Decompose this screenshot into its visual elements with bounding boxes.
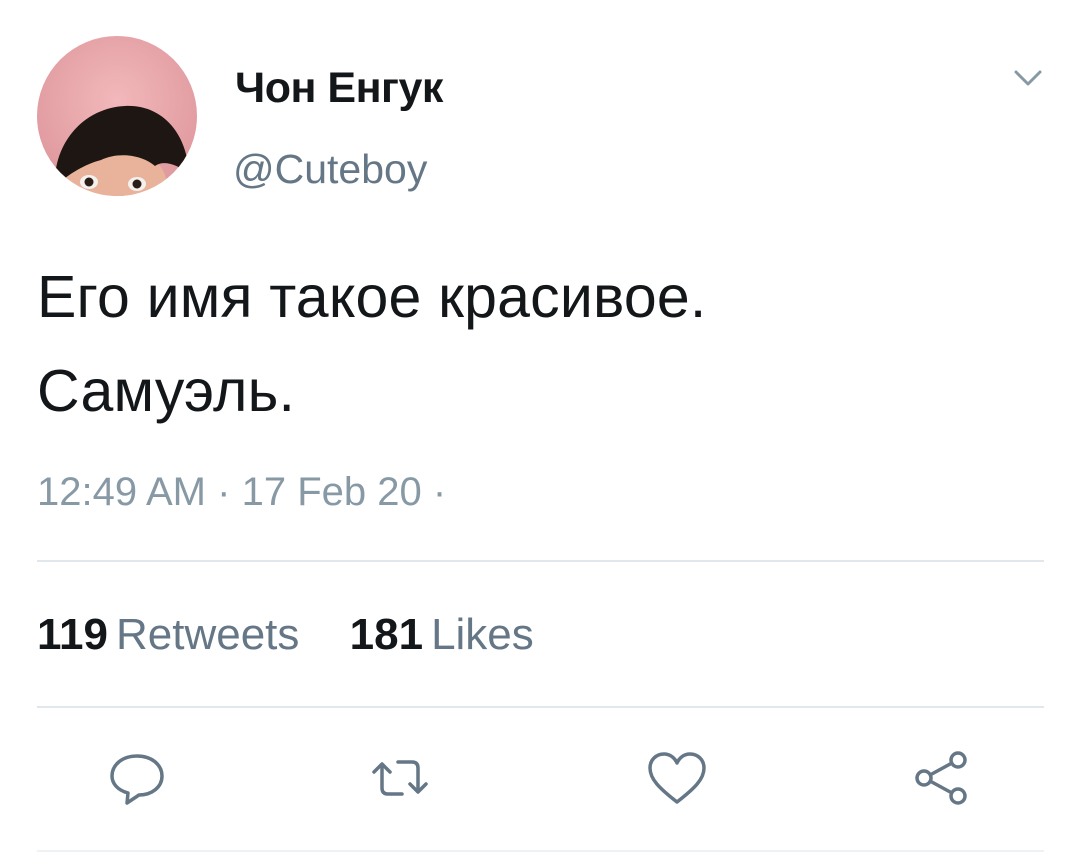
likes-stat[interactable]: 181 Likes [350,608,534,662]
reply-icon [110,754,164,805]
like-button[interactable] [645,748,709,808]
likes-count: 181 [349,610,424,659]
chevron-down-icon[interactable] [1010,64,1046,92]
retweet-button[interactable] [368,748,432,808]
share-icon [915,751,967,805]
divider [37,706,1044,708]
author-display-name[interactable]: Чон Енгук [235,62,443,114]
tweet-date[interactable]: 17 Feb 20 [242,470,422,514]
meta-separator: · [217,470,231,514]
tweet-time[interactable]: 12:49 AM [37,470,206,514]
meta-separator: · [432,470,447,514]
profile-photo-icon [37,36,197,196]
avatar[interactable] [37,36,197,196]
retweet-icon [372,760,428,796]
tweet-text-line: Его имя такое красивое. [37,264,707,330]
divider [37,850,1044,852]
retweets-count: 119 [37,610,108,659]
heart-icon [648,752,706,804]
author-handle[interactable]: @Cuteboy [233,144,427,194]
tweet-text: Его имя такое красивое. Самуэль. [37,250,1037,438]
tweet-stats: 119 Retweets 181 Likes [37,608,534,662]
likes-label: Likes [431,610,534,659]
share-button[interactable] [910,748,974,808]
retweets-stat[interactable]: 119 Retweets [37,608,299,662]
reply-button[interactable] [105,748,169,808]
retweets-label: Retweets [115,610,300,659]
tweet-meta: 12:49 AM · 17 Feb 20 · [37,466,446,518]
divider [37,560,1044,562]
tweet-text-line: Самуэль. [37,358,296,424]
